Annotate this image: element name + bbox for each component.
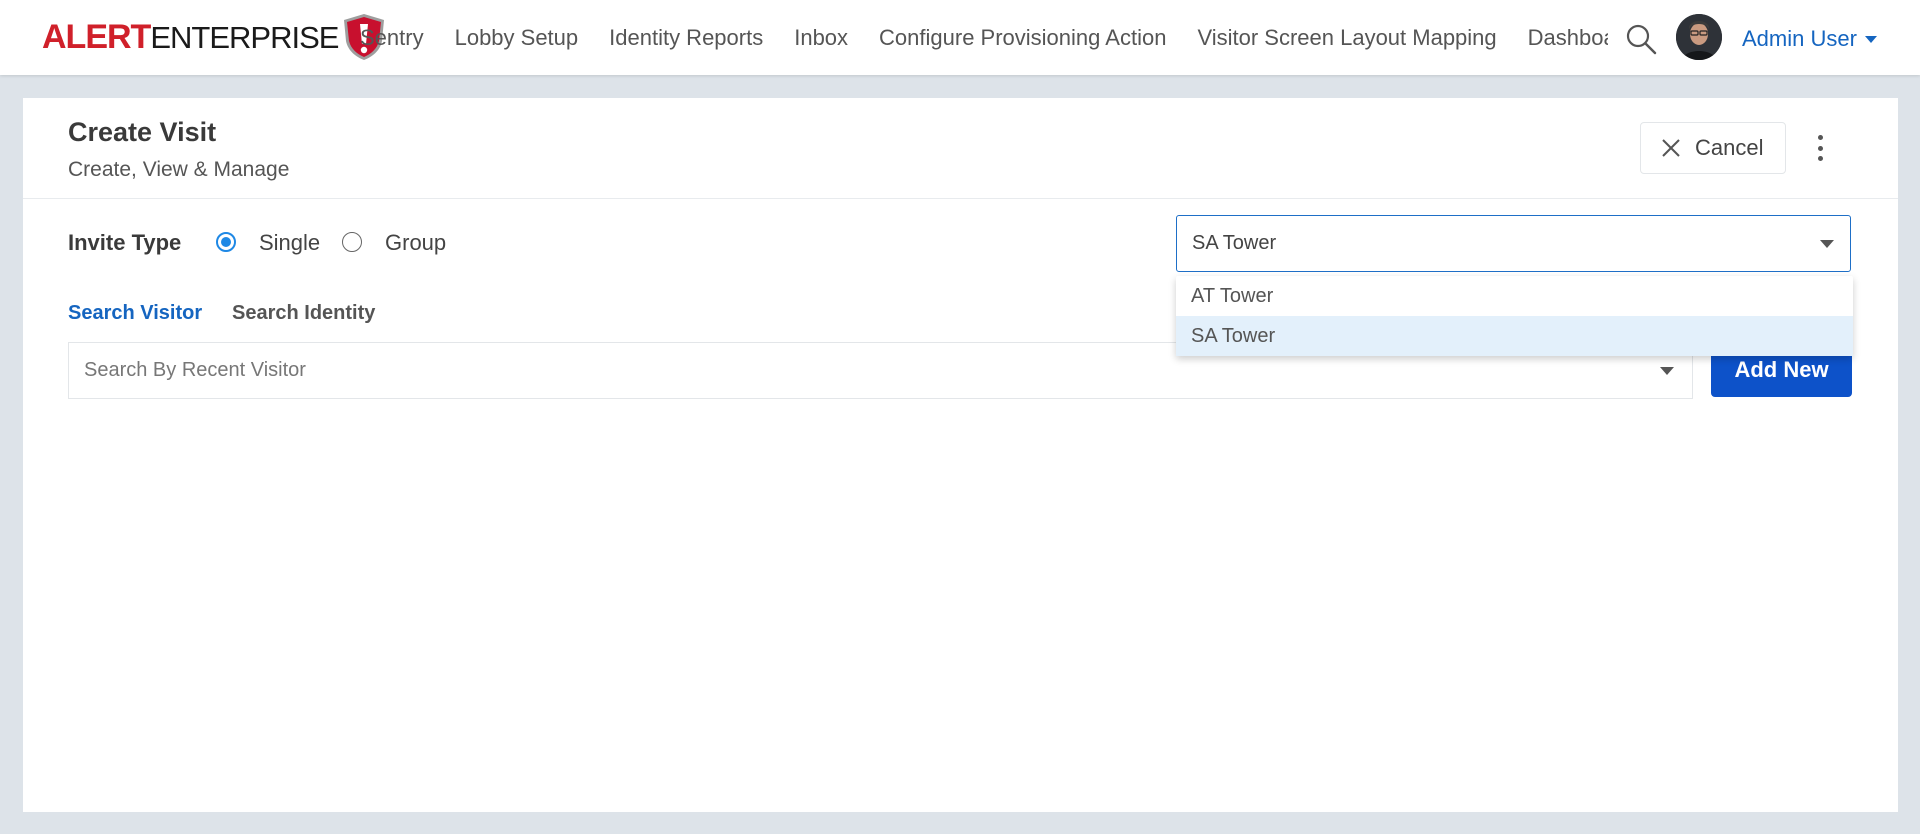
nav-item-configure-provisioning-action[interactable]: Configure Provisioning Action xyxy=(879,25,1166,51)
location-option-sa-tower[interactable]: SA Tower xyxy=(1176,316,1853,356)
invite-type-group-radio[interactable] xyxy=(342,232,362,252)
top-navigation-bar: ALERT ENTERPRISE Sentry Lobby Setup Ident… xyxy=(0,0,1920,75)
location-select[interactable]: SA Tower xyxy=(1176,215,1851,272)
cancel-button[interactable]: Cancel xyxy=(1640,122,1786,174)
logo-wordmark: ALERT ENTERPRISE xyxy=(42,18,339,56)
search-icon[interactable] xyxy=(1624,22,1658,56)
kebab-menu-icon[interactable] xyxy=(1810,133,1830,163)
chevron-down-icon[interactable] xyxy=(1660,367,1674,375)
main-nav-menu: Sentry Lobby Setup Identity Reports Inbo… xyxy=(360,0,1608,75)
page-header: Create Visit Create, View & Manage Cance… xyxy=(23,98,1898,199)
nav-item-sentry[interactable]: Sentry xyxy=(360,25,424,51)
chevron-down-icon xyxy=(1820,240,1834,248)
nav-item-identity-reports[interactable]: Identity Reports xyxy=(609,25,763,51)
invite-type-single-radio[interactable] xyxy=(216,232,236,252)
avatar-photo-icon xyxy=(1676,14,1722,60)
user-menu-dropdown[interactable]: Admin User xyxy=(1742,24,1877,54)
page-title: Create Visit xyxy=(68,117,217,147)
chevron-down-icon xyxy=(1864,35,1877,43)
page-subtitle: Create, View & Manage xyxy=(68,158,290,181)
tab-search-visitor[interactable]: Search Visitor xyxy=(68,302,202,325)
logo-enterprise-text: ENTERPRISE xyxy=(150,20,339,55)
nav-item-dashboards[interactable]: Dashboards xyxy=(1528,25,1608,51)
tab-search-identity[interactable]: Search Identity xyxy=(232,302,375,325)
alert-enterprise-logo[interactable]: ALERT ENTERPRISE xyxy=(42,12,386,62)
nav-item-lobby-setup[interactable]: Lobby Setup xyxy=(455,25,579,51)
location-select-value: SA Tower xyxy=(1192,232,1277,254)
invite-type-label: Invite Type xyxy=(68,230,182,255)
user-avatar[interactable] xyxy=(1676,14,1722,60)
nav-item-visitor-screen-layout-mapping[interactable]: Visitor Screen Layout Mapping xyxy=(1197,25,1496,51)
nav-item-inbox[interactable]: Inbox xyxy=(794,25,848,51)
logo-alert-text: ALERT xyxy=(42,18,151,56)
invite-type-single-label[interactable]: Single xyxy=(259,230,320,256)
user-name: Admin User xyxy=(1742,26,1857,51)
create-visit-card: Create Visit Create, View & Manage Cance… xyxy=(23,98,1898,812)
close-icon xyxy=(1662,139,1680,157)
invite-type-group-label[interactable]: Group xyxy=(385,230,446,256)
location-dropdown-menu: AT Tower SA Tower xyxy=(1176,276,1853,356)
location-option-at-tower[interactable]: AT Tower xyxy=(1176,276,1853,316)
cancel-button-label: Cancel xyxy=(1695,135,1764,160)
